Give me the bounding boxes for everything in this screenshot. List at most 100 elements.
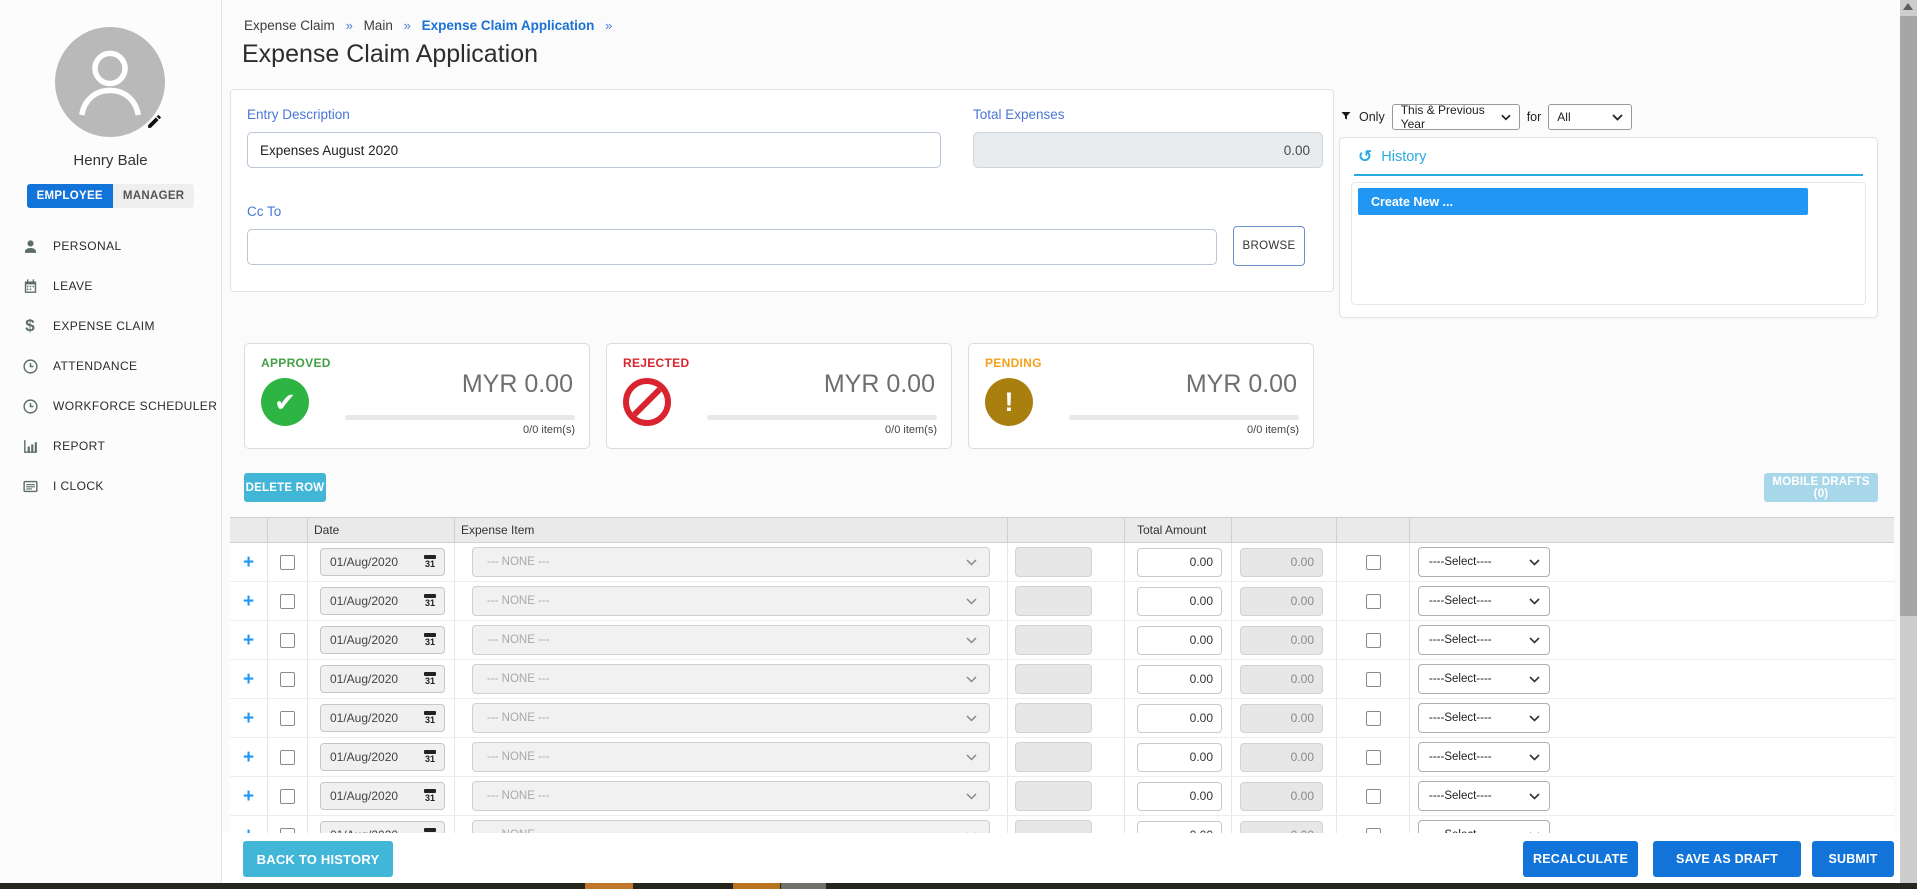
add-row-icon[interactable]: + <box>243 592 254 611</box>
row-checkbox[interactable] <box>280 749 295 765</box>
expense-item-select[interactable]: --- NONE --- <box>472 703 990 733</box>
entry-description-input[interactable] <box>247 132 941 168</box>
row-select-dropdown[interactable]: ----Select---- <box>1418 664 1550 694</box>
table-row: + 01/Aug/2020 31 --- NONE --- <box>230 621 1894 660</box>
calendar-day-icon[interactable]: 31 <box>423 789 437 803</box>
browse-button[interactable]: BROWSE <box>1233 226 1305 266</box>
calendar-day-icon[interactable]: 31 <box>423 711 437 725</box>
sidebar-item-personal[interactable]: PERSONAL <box>0 226 221 266</box>
total-amount-input[interactable] <box>1137 586 1222 616</box>
total-amount-input[interactable] <box>1137 781 1222 811</box>
sidebar-item-leave[interactable]: LEAVE <box>0 266 221 306</box>
calendar-day-icon[interactable]: 31 <box>423 633 437 647</box>
approved-progress-bar <box>345 415 575 420</box>
expense-item-select[interactable]: --- NONE --- <box>472 664 990 694</box>
expense-item-select[interactable]: --- NONE --- <box>472 625 990 655</box>
blank-column-header <box>1008 518 1125 542</box>
vertical-scrollbar[interactable] <box>1900 0 1917 883</box>
row-select-dropdown[interactable]: ----Select---- <box>1418 742 1550 772</box>
total-amount-input[interactable] <box>1137 703 1222 733</box>
row-flag-checkbox[interactable] <box>1365 710 1381 726</box>
row-select-dropdown[interactable]: ----Select---- <box>1418 547 1550 577</box>
add-row-icon[interactable]: + <box>243 709 254 728</box>
sidebar-item-i-clock[interactable]: I CLOCK <box>0 466 221 506</box>
row-select-dropdown[interactable]: ----Select---- <box>1418 703 1550 733</box>
row-select-dropdown[interactable]: ----Select---- <box>1418 625 1550 655</box>
row-select-dropdown[interactable]: ----Select---- <box>1418 586 1550 616</box>
add-row-icon[interactable]: + <box>243 553 254 572</box>
row-flag-checkbox[interactable] <box>1365 671 1381 687</box>
period-select[interactable]: This & Previous Year <box>1391 103 1520 131</box>
sidebar-item-expense-claim[interactable]: $ EXPENSE CLAIM <box>0 306 221 346</box>
table-row: + 01/Aug/2020 31 --- NONE --- <box>230 582 1894 621</box>
back-to-history-button[interactable]: BACK TO HISTORY <box>243 841 393 877</box>
delete-row-button[interactable]: DELETE ROW <box>244 473 326 502</box>
calendar-day-icon[interactable]: 31 <box>423 750 437 764</box>
calendar-day-icon[interactable]: 31 <box>423 672 437 686</box>
row-checkbox[interactable] <box>280 632 295 648</box>
tab-employee[interactable]: EMPLOYEE <box>26 184 113 208</box>
cc-to-input[interactable] <box>247 229 1217 265</box>
readonly-amount-field <box>1240 703 1323 733</box>
breadcrumb-expense-claim[interactable]: Expense Claim <box>244 18 335 33</box>
date-input[interactable]: 01/Aug/2020 31 <box>320 626 445 654</box>
scrollbar-thumb[interactable] <box>1900 16 1917 616</box>
add-row-icon[interactable]: + <box>243 787 254 806</box>
taskbar-segment <box>733 883 780 889</box>
calendar-day-icon[interactable]: 31 <box>423 555 437 569</box>
chevron-down-icon <box>1529 558 1540 566</box>
expense-item-select[interactable]: --- NONE --- <box>472 742 990 772</box>
tab-manager[interactable]: MANAGER <box>112 184 195 208</box>
save-as-draft-button[interactable]: SAVE AS DRAFT <box>1653 841 1801 877</box>
sidebar-item-label: PERSONAL <box>53 239 122 253</box>
sidebar-item-report[interactable]: REPORT <box>0 426 221 466</box>
total-amount-input[interactable] <box>1137 547 1222 577</box>
total-amount-input[interactable] <box>1137 664 1222 694</box>
row-checkbox[interactable] <box>280 554 295 570</box>
edit-avatar-pencil-icon[interactable] <box>146 113 163 135</box>
date-input[interactable]: 01/Aug/2020 31 <box>320 704 445 732</box>
row-checkbox[interactable] <box>280 593 295 609</box>
expense-item-select[interactable]: --- NONE --- <box>472 781 990 811</box>
total-amount-input[interactable] <box>1137 625 1222 655</box>
expense-item-select[interactable]: --- NONE --- <box>472 586 990 616</box>
total-expenses-input <box>973 132 1323 168</box>
add-row-icon[interactable]: + <box>243 748 254 767</box>
sidebar-nav: PERSONAL LEAVE $ EXPENSE CLAIM ATTENDANC… <box>0 226 221 506</box>
scroll-up-arrow-icon[interactable] <box>1903 3 1913 10</box>
mobile-drafts-button[interactable]: MOBILE DRAFTS (0) <box>1764 473 1878 502</box>
date-input[interactable]: 01/Aug/2020 31 <box>320 665 445 693</box>
add-row-icon[interactable]: + <box>243 631 254 650</box>
add-row-icon[interactable]: + <box>243 670 254 689</box>
date-input[interactable]: 01/Aug/2020 31 <box>320 587 445 615</box>
history-filter-row: Only This & Previous Year for All <box>1340 103 1633 131</box>
sidebar-item-label: WORKFORCE SCHEDULER <box>53 399 218 413</box>
row-checkbox[interactable] <box>280 671 295 687</box>
row-checkbox[interactable] <box>280 710 295 726</box>
row-select-dropdown[interactable]: ----Select---- <box>1418 781 1550 811</box>
row-flag-checkbox[interactable] <box>1365 593 1381 609</box>
breadcrumb-main[interactable]: Main <box>364 18 393 33</box>
history-item-create-new[interactable]: Create New ... <box>1358 188 1808 215</box>
chevron-down-icon <box>1529 714 1540 722</box>
scope-select[interactable]: All <box>1548 104 1633 130</box>
total-amount-input[interactable] <box>1137 742 1222 772</box>
sidebar-item-workforce-scheduler[interactable]: WORKFORCE SCHEDULER <box>0 386 221 426</box>
row-checkbox[interactable] <box>280 788 295 804</box>
row-flag-checkbox[interactable] <box>1365 554 1381 570</box>
entry-description-label: Entry Description <box>247 107 350 122</box>
breadcrumb-current[interactable]: Expense Claim Application <box>422 18 595 33</box>
submit-button[interactable]: SUBMIT <box>1812 841 1894 877</box>
row-flag-checkbox[interactable] <box>1365 632 1381 648</box>
chevron-down-icon <box>1529 675 1540 683</box>
row-flag-checkbox[interactable] <box>1365 788 1381 804</box>
date-input[interactable]: 01/Aug/2020 31 <box>320 782 445 810</box>
date-input[interactable]: 01/Aug/2020 31 <box>320 743 445 771</box>
row-flag-checkbox[interactable] <box>1365 749 1381 765</box>
chevron-down-icon <box>1529 753 1540 761</box>
date-input[interactable]: 01/Aug/2020 31 <box>320 548 445 576</box>
calendar-day-icon[interactable]: 31 <box>423 594 437 608</box>
sidebar-item-attendance[interactable]: ATTENDANCE <box>0 346 221 386</box>
expense-item-select[interactable]: --- NONE --- <box>472 547 990 577</box>
recalculate-button[interactable]: RECALCULATE <box>1523 841 1638 877</box>
